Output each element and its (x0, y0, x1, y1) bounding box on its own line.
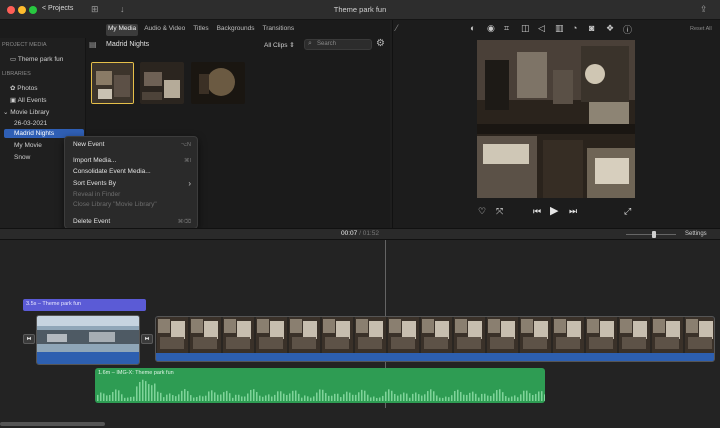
search-icon: ⌕ (308, 40, 312, 47)
sidebar-item-my-movie[interactable]: My Movie (14, 142, 42, 149)
menu-item-sort-events[interactable]: Sort Events By (73, 180, 116, 187)
gear-icon[interactable]: ⚙ (376, 38, 385, 49)
libraries-header: LIBRARIES (2, 71, 31, 77)
sidebar-item-project[interactable]: ▭ Theme park fun (10, 55, 63, 63)
transition-icon[interactable]: ⧓ (141, 334, 153, 344)
zoom-slider-knob[interactable] (651, 231, 656, 238)
reset-all-button[interactable]: Reset All (690, 26, 712, 32)
sidebar-toggle-icon[interactable]: ▤ (89, 40, 97, 49)
timeline-header: 00:07 / 01:52 Settings (0, 228, 720, 240)
noise-reduction-icon[interactable]: ▥ (555, 23, 564, 34)
video-clip[interactable] (36, 315, 140, 365)
menu-item-close-library: Close Library "Movie Library" (73, 201, 157, 208)
library-tabs: My Media Audio & Video Titles Background… (106, 24, 296, 36)
film-icon: ▭ (10, 56, 18, 63)
favorite-icon[interactable]: ♡ (478, 206, 486, 217)
magic-wand-icon[interactable]: ⁄ (396, 23, 398, 33)
tab-backgrounds[interactable]: Backgrounds (215, 24, 257, 36)
sidebar-item-all-events[interactable]: ▣ All Events (10, 96, 47, 104)
menu-item-consolidate[interactable]: Consolidate Event Media... (73, 168, 151, 175)
adjustment-toolbar: ⁄ ◐ ◉ ⌗ ◫ ◁ ▥ ◔ ◙ ❖ ⓘ Reset All (392, 20, 720, 38)
title-clip-label: 3.5s – Theme park fun (26, 301, 81, 307)
clip-filmstrip (37, 316, 139, 364)
clip-filter-icon[interactable]: ◙ (589, 23, 594, 33)
skip-back-icon[interactable]: ⏮ (533, 206, 541, 217)
tab-my-media[interactable]: My Media (106, 24, 139, 36)
imovie-window: < Projects ⊞ ↓ Theme park fun ⇪ My Media… (0, 0, 720, 428)
sidebar-item-madrid-nights[interactable]: Madrid Nights (14, 130, 54, 137)
play-icon[interactable]: ▶ (550, 204, 558, 217)
stabilization-icon[interactable]: ◫ (521, 23, 530, 34)
palette-icon[interactable]: ❖ (606, 23, 614, 34)
submenu-chevron-icon: › (188, 179, 191, 188)
media-thumbnail[interactable] (140, 62, 184, 104)
title-bar: < Projects ⊞ ↓ Theme park fun ⇪ (0, 0, 720, 20)
project-media-header: PROJECT MEDIA (2, 42, 47, 48)
clip-filter-dropdown[interactable]: All Clips ⇕ (264, 41, 295, 49)
window-title: Theme park fun (333, 5, 387, 14)
sidebar-item-snow[interactable]: Snow (14, 154, 30, 161)
menu-item-reveal-in-finder: Reveal in Finder (73, 191, 121, 198)
sidebar-item-date-event[interactable]: 26-03-2021 (14, 120, 47, 127)
speed-icon[interactable]: ◔ (572, 23, 577, 33)
sidebar-item-movie-library[interactable]: ⌄ Movie Library (3, 108, 49, 116)
info-icon[interactable]: ⓘ (623, 23, 632, 36)
event-title: Madrid Nights (106, 41, 150, 48)
tab-titles[interactable]: Titles (191, 24, 210, 36)
crop-icon[interactable]: ⌗ (504, 23, 509, 34)
event-header: ▤ Madrid Nights All Clips ⇕ ⌕ Search ⚙ (86, 38, 390, 53)
thumbnail-image (92, 63, 133, 103)
audio-waveform (97, 379, 545, 401)
settings-button[interactable]: Settings (685, 231, 707, 237)
color-correction-icon[interactable]: ◉ (487, 23, 495, 34)
menu-shortcut: ⌘⌫ (177, 219, 191, 225)
skip-forward-icon[interactable]: ⏭ (569, 206, 577, 217)
thumbnail-image (140, 62, 184, 104)
event-context-menu: New Event ⌥N Import Media... ⌘I Consolid… (64, 136, 198, 229)
tab-transitions[interactable]: Transitions (261, 24, 297, 36)
thumbnail-image (191, 62, 245, 104)
menu-item-import-media[interactable]: Import Media... (73, 157, 116, 164)
video-clip[interactable] (155, 316, 715, 362)
menu-item-delete-event[interactable]: Delete Event (73, 218, 110, 225)
menu-item-new-event[interactable]: New Event (73, 141, 104, 148)
star-icon: ▣ (10, 97, 18, 104)
media-thumbnail[interactable] (91, 62, 134, 104)
sidebar-item-photos[interactable]: ✿ Photos (10, 84, 38, 92)
volume-icon[interactable]: ◁ (538, 23, 545, 34)
search-input[interactable]: ⌕ Search (304, 39, 372, 50)
total-time: 01:52 (362, 230, 379, 237)
tab-audio-video[interactable]: Audio & Video (142, 24, 187, 36)
share-icon[interactable]: ⇪ (700, 4, 708, 15)
media-thumbnail[interactable] (191, 62, 245, 104)
title-clip[interactable]: 3.5s – Theme park fun (23, 299, 146, 311)
menu-shortcut: ⌘I (183, 158, 191, 164)
preview-image (477, 40, 635, 198)
color-balance-icon[interactable]: ◐ (470, 23, 475, 33)
current-time: 00:07 (341, 230, 358, 237)
transition-icon[interactable]: ⧓ (23, 334, 35, 344)
clip-filmstrip (156, 317, 714, 361)
reject-icon[interactable]: ⤧ (496, 206, 503, 217)
audio-clip[interactable]: 1.6m – IMG-X: Theme park fun (95, 368, 545, 403)
timecode: 00:07 / 01:52 (341, 230, 379, 237)
fullscreen-icon[interactable]: ⤢ (624, 206, 631, 217)
menu-shortcut: ⌥N (180, 142, 191, 148)
timeline-scrollbar[interactable] (0, 422, 105, 426)
video-preview (477, 40, 635, 198)
